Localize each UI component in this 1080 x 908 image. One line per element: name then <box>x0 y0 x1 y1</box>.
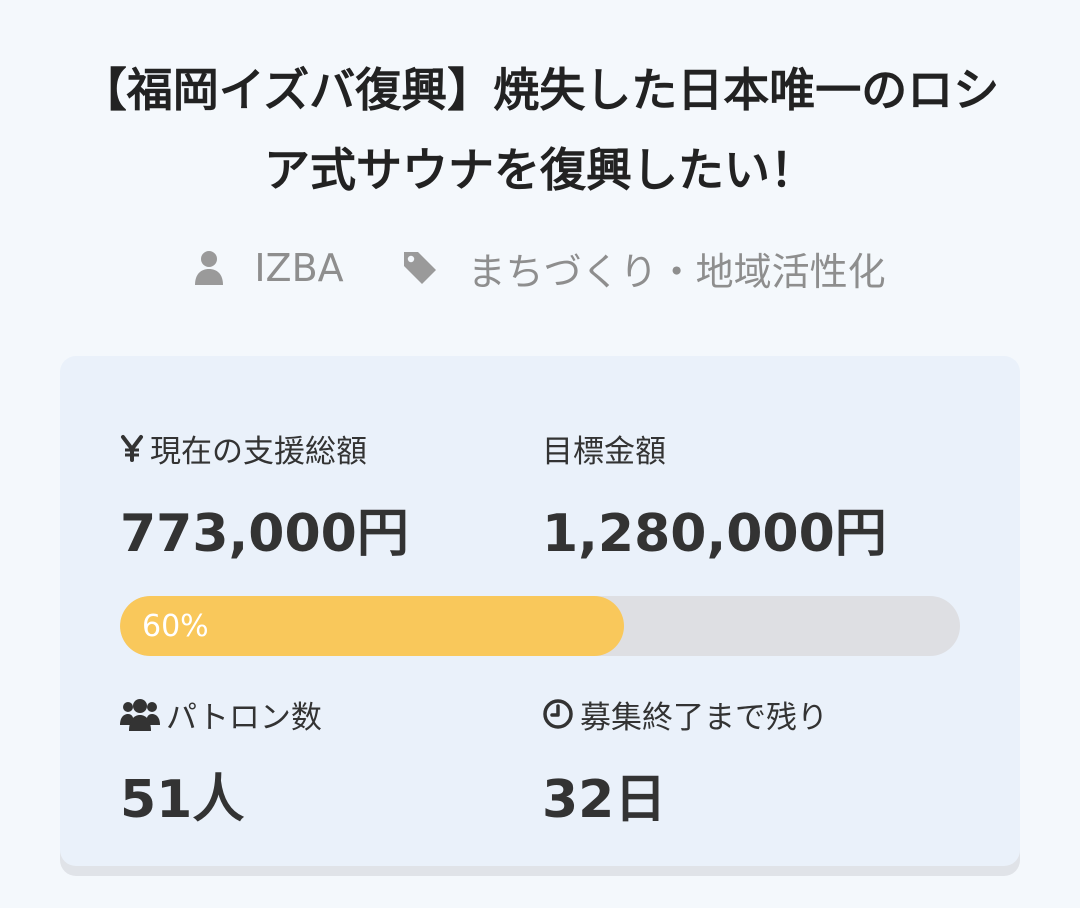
patrons-value: 51人 <box>120 770 245 830</box>
project-title: 【福岡イズバ復興】焼失した日本唯一のロシア式サウナを復興したい！ <box>80 63 1000 197</box>
users-icon <box>120 697 160 731</box>
tag-icon <box>402 250 438 286</box>
remaining-label-row: 募集終了まで残り <box>542 692 942 736</box>
goal-label: 目標金額 <box>542 433 666 470</box>
raised-value: 773,000円 <box>120 504 409 564</box>
project-meta: IZBA まちづくり・地域活性化 <box>0 240 1080 296</box>
owner-link[interactable]: IZBA <box>194 246 344 290</box>
patrons-stat: パトロン数 51人 <box>120 692 520 830</box>
remaining-label: 募集終了まで残り <box>580 699 828 736</box>
goal-label-row: 目標金額 <box>542 426 942 470</box>
goal-stat: 目標金額 1,280,000円 <box>542 426 942 565</box>
funding-progress-bar: 60% <box>120 596 960 656</box>
remaining-value: 32日 <box>542 770 667 830</box>
clock-icon <box>542 698 574 730</box>
category-link[interactable]: まちづくり・地域活性化 <box>402 241 886 296</box>
raised-label-row: 現在の支援総額 <box>120 426 520 470</box>
raised-stat: 現在の支援総額 773,000円 <box>120 426 520 565</box>
user-icon <box>194 250 224 286</box>
funding-stats-card: 現在の支援総額 773,000円 目標金額 1,280,000円 60% パトロ… <box>60 356 1020 866</box>
owner-name: IZBA <box>254 246 344 290</box>
category-name: まちづくり・地域活性化 <box>467 249 886 294</box>
remaining-stat: 募集終了まで残り 32日 <box>542 692 942 830</box>
patrons-label-row: パトロン数 <box>120 692 520 736</box>
yen-icon <box>120 434 144 462</box>
goal-value: 1,280,000円 <box>542 504 887 564</box>
patrons-label: パトロン数 <box>166 699 322 736</box>
progress-percent: 60% <box>142 608 209 644</box>
progress-fill: 60% <box>120 596 624 656</box>
raised-label: 現在の支援総額 <box>150 433 367 470</box>
